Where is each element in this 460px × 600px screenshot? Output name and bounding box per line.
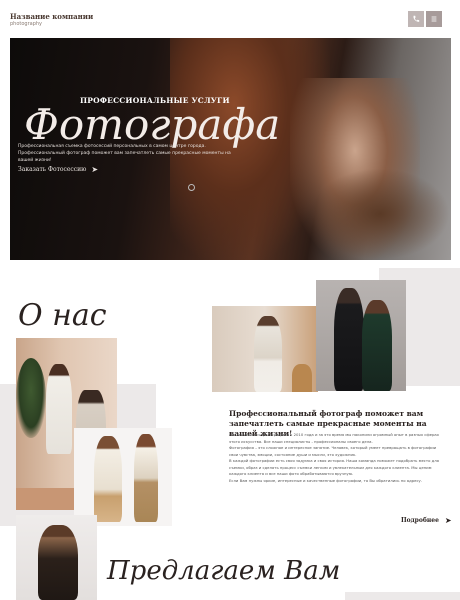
hero-slider-dot[interactable] — [188, 184, 195, 191]
menu-button[interactable] — [426, 11, 442, 27]
about-paragraph: В каждой фотографии есть своя задумка и … — [229, 458, 439, 476]
hero-title: Фотографа — [24, 100, 281, 149]
about-paragraph: Если Вам нужны яркие, интересные и качес… — [229, 477, 422, 483]
arrow-right-icon: ➤ — [91, 165, 99, 174]
arrow-right-icon: ➤ — [444, 516, 452, 525]
order-photoshoot-link[interactable]: Заказать Фотосессию ➤ — [18, 165, 98, 174]
phone-button[interactable] — [408, 11, 424, 27]
more-link-label: Подробнее — [401, 517, 439, 524]
offer-title: Предлагаем Вам — [107, 556, 341, 586]
hero-cta-label: Заказать Фотосессию — [18, 166, 87, 173]
company-tagline: photography — [10, 21, 43, 27]
about-photo-woman-striped — [212, 306, 318, 392]
menu-icon — [431, 16, 437, 22]
about-text: Мы занимаемся фотографией с 2010 года и … — [229, 432, 444, 484]
about-paragraph: Мы занимаемся фотографией с 2010 года и … — [229, 432, 439, 444]
hero-description: Профессиональная съемка фотосессий персо… — [18, 144, 231, 163]
more-link[interactable]: Подробнее ➤ — [401, 516, 452, 525]
company-name[interactable]: Название компании — [10, 12, 93, 21]
decor-block-bottom-right — [345, 592, 460, 600]
about-title: О нас — [18, 298, 107, 333]
hero-banner: ПРОФЕССИОНАЛЬНЫЕ УСЛУГИ Фотографа Профес… — [10, 38, 451, 260]
about-photo-woman-coat — [16, 515, 97, 600]
about-photo-couple — [316, 280, 406, 391]
phone-icon — [413, 15, 420, 22]
about-photo-two-women — [74, 428, 172, 526]
about-paragraph: Фотография – это сложное и интересное за… — [229, 445, 437, 457]
hero-photo-hair — [310, 168, 450, 260]
site-header: Название компании photography — [0, 0, 460, 38]
